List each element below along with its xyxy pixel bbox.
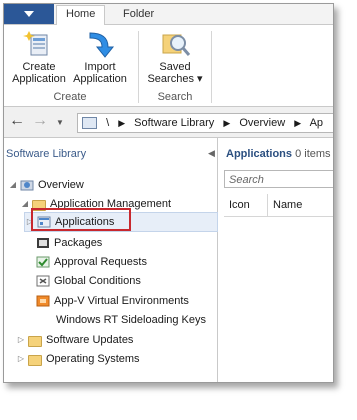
breadcrumb-root[interactable]: \ <box>106 117 109 129</box>
breadcrumb-separator-icon: ▶ <box>223 118 231 128</box>
tree-item-software-updates[interactable]: ▷ Software Updates <box>16 331 133 349</box>
tree-item-operating-systems[interactable]: ▷ Operating Systems <box>16 350 140 368</box>
group-label-create: Create <box>53 91 87 103</box>
global-conditions-icon <box>36 275 50 287</box>
import-application-button[interactable]: Import Application <box>68 29 132 85</box>
tree-item-overview[interactable]: ◢ Overview <box>8 176 84 194</box>
package-icon <box>36 237 50 249</box>
pane-title: Software Library <box>6 148 87 160</box>
saved-searches-button[interactable]: Saved Searches ▾ <box>144 29 206 85</box>
saved-searches-icon <box>159 29 191 59</box>
column-header-icon[interactable]: Icon <box>224 194 268 216</box>
import-application-label: Import Application <box>73 61 127 85</box>
tree-item-app-v-virtual-environments[interactable]: App-V Virtual Environments <box>34 292 189 310</box>
breadcrumb-separator-icon: ▶ <box>118 118 126 128</box>
create-application-icon <box>23 29 55 59</box>
tab-home[interactable]: Home <box>56 5 106 25</box>
expanded-arrow-icon[interactable]: ◢ <box>20 195 30 213</box>
breadcrumb-software-library[interactable]: Software Library <box>134 117 214 129</box>
group-label-search: Search <box>157 91 193 103</box>
overview-icon <box>20 179 34 191</box>
column-header-name[interactable]: Name <box>268 194 333 216</box>
ribbon: Create Application Import Application Cr… <box>4 25 333 107</box>
highlight-box <box>31 208 131 231</box>
content-title: Applications 0 items <box>226 148 331 160</box>
back-arrow-icon[interactable]: ← <box>9 112 25 130</box>
tab-folder[interactable]: Folder <box>114 6 163 24</box>
folder-icon <box>28 334 42 347</box>
breadcrumb-separator-icon: ▶ <box>294 118 302 128</box>
create-application-label: Create Application <box>12 61 66 85</box>
tree-item-global-conditions[interactable]: Global Conditions <box>34 272 141 290</box>
tree-item-label: Overview <box>38 179 84 191</box>
file-menu-button[interactable] <box>4 4 54 24</box>
tree-item-label: Global Conditions <box>54 275 141 287</box>
expanded-arrow-icon[interactable]: ◢ <box>8 176 18 194</box>
collapsed-arrow-icon[interactable]: ▷ <box>16 331 26 349</box>
import-arrow-icon <box>84 29 116 59</box>
collapsed-arrow-icon[interactable]: ▷ <box>16 350 26 368</box>
tree-item-label: Operating Systems <box>46 353 140 365</box>
folder-icon <box>28 353 42 366</box>
tree-item-label: Approval Requests <box>54 256 147 268</box>
console-window: Home Folder Create Application Import Ap… <box>3 3 334 383</box>
navigation-pane: Software Library ◀ ◢ Overview ◢ Applicat… <box>4 138 218 382</box>
content-title-name: Applications <box>226 148 293 160</box>
forward-arrow-icon[interactable]: → <box>32 112 48 130</box>
tree-item-label: Windows RT Sideloading Keys <box>56 314 207 326</box>
address-path[interactable]: \ ▶ Software Library ▶ Overview ▶ Ap <box>77 113 333 133</box>
tree-item-label: App-V Virtual Environments <box>54 295 189 307</box>
history-dropdown-icon[interactable]: ▼ <box>56 118 64 127</box>
app-v-icon <box>36 295 50 307</box>
tree-item-label: Packages <box>54 237 103 249</box>
content-pane: Applications 0 items Search Icon Name <box>218 138 333 382</box>
tree-item-windows-rt-sideloading-keys[interactable]: Windows RT Sideloading Keys <box>56 311 206 329</box>
tree-item-label: Software Updates <box>46 334 134 346</box>
navigation-bar: ← → ▼ \ ▶ Software Library ▶ Overview ▶ … <box>4 107 333 138</box>
collapse-pane-icon[interactable]: ◀ <box>208 148 215 159</box>
create-application-button[interactable]: Create Application <box>8 29 70 85</box>
header-divider <box>224 216 333 217</box>
search-input[interactable]: Search <box>224 170 333 188</box>
approval-check-icon <box>36 256 50 268</box>
tree-item-packages[interactable]: Packages <box>34 234 102 252</box>
group-divider <box>138 31 139 103</box>
group-divider <box>211 31 212 103</box>
content-title-count: 0 items <box>292 148 331 160</box>
breadcrumb-overview[interactable]: Overview <box>239 117 285 129</box>
tree-item-approval-requests[interactable]: Approval Requests <box>34 253 147 271</box>
saved-searches-label: Saved Searches ▾ <box>147 61 203 85</box>
dropdown-arrow-icon <box>24 11 34 17</box>
console-root-icon <box>82 117 97 130</box>
ribbon-tab-bar: Home Folder <box>4 4 333 25</box>
breadcrumb-applications[interactable]: Ap <box>310 117 323 129</box>
